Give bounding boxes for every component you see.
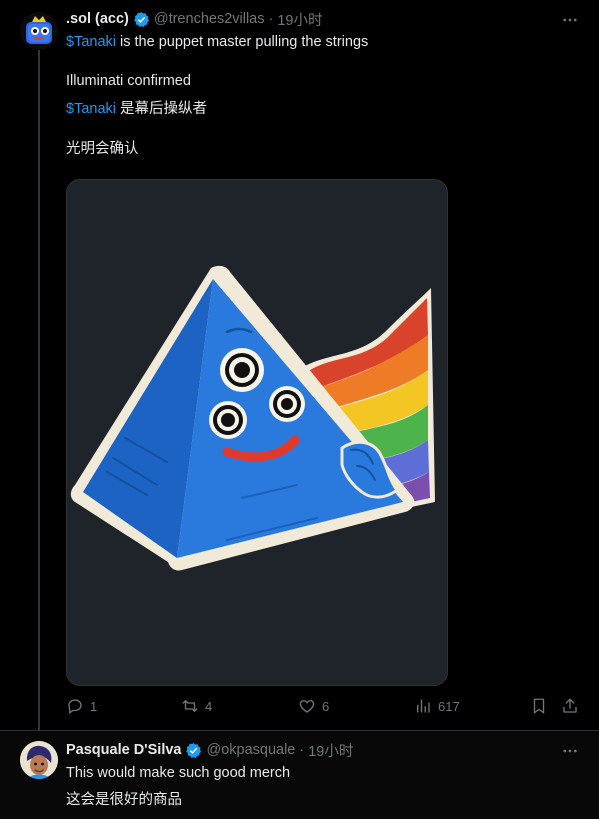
tweet-1[interactable]: .sol (acc) @trenches2villas · 19小时 $Tana…: [0, 0, 599, 730]
tweet-text-line-1: $Tanaki is the puppet master pulling the…: [66, 32, 368, 52]
tweet-text-line-3: $Tanaki 是幕后操纵者: [66, 99, 207, 119]
tweet-text-line-4: 光明会确认: [66, 141, 139, 157]
timestamp[interactable]: 19小时: [277, 9, 322, 30]
views-count: 617: [438, 698, 460, 714]
views-button[interactable]: 617: [414, 697, 460, 715]
repost-button[interactable]: 4: [181, 697, 212, 715]
illuminati-pyramid-sticker: [70, 265, 435, 571]
separator-dot: ·: [268, 11, 274, 27]
text-segment: 是幕后操纵者: [115, 101, 208, 117]
reply-button[interactable]: 1: [66, 697, 97, 715]
repost-icon: [182, 700, 198, 712]
action-bar: 1 4 6 617: [66, 697, 581, 717]
handle[interactable]: @okpasquale: [206, 742, 295, 758]
bookmark-button[interactable]: [530, 697, 548, 715]
views-icon: [417, 699, 430, 713]
tweet-text-line-1: This would make such good merch: [66, 765, 291, 781]
tweet-2[interactable]: Pasquale D'Silva @okpasquale · 19小时 This…: [0, 730, 599, 819]
share-button[interactable]: [561, 697, 579, 715]
handle[interactable]: @trenches2villas: [154, 11, 265, 27]
avatar-sol[interactable]: [20, 12, 58, 50]
separator-dot: ·: [299, 742, 305, 758]
verified-badge-icon: [186, 742, 202, 758]
share-icon: [563, 698, 577, 713]
tweet-text-line-2: 这会是很好的商品: [66, 792, 182, 808]
reply-count: 1: [90, 698, 98, 714]
more-icon[interactable]: [561, 11, 579, 29]
tweet-header: .sol (acc) @trenches2villas · 19小时: [66, 9, 322, 29]
thread-line: [38, 50, 40, 730]
timestamp[interactable]: 19小时: [308, 740, 353, 761]
display-name[interactable]: .sol (acc): [66, 11, 129, 27]
like-count: 6: [322, 698, 330, 714]
like-button[interactable]: 6: [298, 697, 329, 715]
cashtag-link[interactable]: $Tanaki: [66, 101, 116, 117]
text-segment: is the puppet master pulling the strings: [115, 34, 369, 50]
tweet-text-line-2: Illuminati confirmed: [66, 73, 191, 89]
verified-badge-icon: [134, 11, 149, 27]
like-icon: [299, 700, 315, 713]
cashtag-link[interactable]: $Tanaki: [66, 34, 116, 50]
repost-count: 4: [205, 698, 213, 714]
avatar-pasquale[interactable]: [20, 741, 58, 779]
reply-icon: [68, 699, 82, 715]
tweet-header: Pasquale D'Silva @okpasquale · 19小时: [66, 740, 353, 760]
tweet-image[interactable]: [66, 179, 448, 686]
bookmark-icon: [533, 698, 545, 714]
display-name[interactable]: Pasquale D'Silva: [66, 742, 181, 758]
more-icon[interactable]: [561, 742, 579, 760]
